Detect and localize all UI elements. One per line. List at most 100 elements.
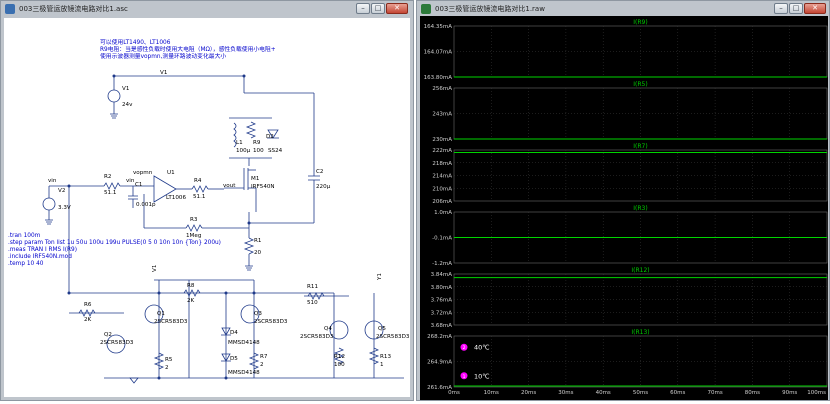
y-tick-label: 218mA <box>432 161 452 167</box>
pane-title: I(R9) <box>633 19 647 26</box>
y-tick-label: 3.80mA <box>431 285 453 291</box>
label-u1: U1 <box>167 170 175 176</box>
maximize-button[interactable]: □ <box>789 3 803 14</box>
y-tick-label: 163.80mA <box>424 75 453 81</box>
label-u1-val: LT1006 <box>166 195 186 201</box>
label-q4: Q4 <box>324 326 332 332</box>
pane-title: I(R7) <box>633 143 647 150</box>
label-r11: R11 <box>307 284 318 290</box>
waveform-window[interactable]: 003三极管运放镜流电路对比1.raw – □ ✕ 164.35mA 164.07… <box>416 0 830 401</box>
ltspice-icon <box>5 4 15 14</box>
label-r13-val: 1 <box>380 362 384 368</box>
label-r1: R1 <box>254 238 262 244</box>
label-v2: V2 <box>58 188 65 194</box>
x-tick-label: 50ms <box>633 390 648 396</box>
schematic-note-1: 可以使用LT1490、LT1006 <box>100 38 171 46</box>
label-r5: R5 <box>165 357 173 363</box>
y-tick-label: 210mA <box>432 186 452 192</box>
label-v1-val: 24v <box>122 102 133 108</box>
schematic-titlebar[interactable]: 003三极管运放镜流电路对比1.asc <box>1 1 413 17</box>
schematic-canvas[interactable]: 可以使用LT1490、LT1006 R9电阻：当是感性负载时使用大电阻（MΩ），… <box>4 18 410 397</box>
pane-title: I(R13) <box>631 329 649 336</box>
directive-3: .meas TRAN I RMS I(R9) <box>8 247 77 253</box>
x-tick-label: 0ms <box>448 390 460 396</box>
y-tick-label: 206mA <box>432 199 452 205</box>
label-y1-node: Y1 <box>377 273 383 281</box>
y-tick-label: 3.72mA <box>431 310 453 316</box>
label-r7: R7 <box>260 354 268 360</box>
label-r12: R12 <box>334 354 345 360</box>
label-r11-val: 510 <box>307 300 318 306</box>
label-r8-val: 2K <box>187 298 195 304</box>
minimize-button[interactable]: – <box>356 3 370 14</box>
y-tick-label: 3.76mA <box>431 298 453 304</box>
label-q4-val: 2SCR583D3 <box>300 334 334 340</box>
label-r4: R4 <box>194 178 202 184</box>
label-vin: vin <box>126 178 135 184</box>
label-r3-val: 1Meg <box>186 233 202 239</box>
schematic-window[interactable]: 003三极管运放镜流电路对比1.asc – □ ✕ 可以使用LT1490、LT1… <box>0 0 414 401</box>
label-r2-val: 51.1 <box>104 190 117 196</box>
label-q2-val: 2SCR583D3 <box>100 340 134 346</box>
label-r13: R13 <box>380 354 391 360</box>
y-tick-label: 1.0mA <box>434 210 452 216</box>
label-c1: C1 <box>135 182 143 188</box>
y-tick-label: -0.1mA <box>432 236 452 242</box>
y-tick-label: 164.07mA <box>424 50 453 56</box>
x-tick-label: 40ms <box>596 390 611 396</box>
x-tick-label: 80ms <box>745 390 760 396</box>
y-tick-label: 222mA <box>432 148 452 154</box>
label-vopmn: vopmn <box>133 170 153 176</box>
x-tick-label: 60ms <box>670 390 685 396</box>
label-r1-val: 20 <box>254 250 262 256</box>
label-l1-val: 100µ <box>236 148 251 154</box>
label-q5-val: 2SCR583D3 <box>376 334 410 340</box>
directive-1: .tran 100m <box>8 233 41 239</box>
schematic-title: 003三极管运放镜流电路对比1.asc <box>19 5 128 13</box>
label-r7-val: 2 <box>260 362 264 368</box>
label-d5: D5 <box>230 356 238 362</box>
label-q3-val: 2SCR583D3 <box>254 319 288 325</box>
waveform-plot-area[interactable]: 164.35mA 164.07mA 163.80mA I(R9) 256mA 243mA 2… <box>420 16 828 400</box>
y-tick-label: 256mA <box>432 86 452 92</box>
label-r9: R9 <box>253 140 261 146</box>
y-tick-label: 243mA <box>432 112 452 118</box>
label-c1-val: 0.001p <box>136 202 156 208</box>
x-tick-label: 20ms <box>521 390 536 396</box>
x-tick-label: 10ms <box>484 390 499 396</box>
label-r5-val: 2 <box>165 365 169 371</box>
y-tick-label: 3.84mA <box>431 272 453 278</box>
y-tick-label: 230mA <box>432 137 452 143</box>
y-tick-label: 214mA <box>432 174 452 180</box>
y-tick-label: 264.9mA <box>427 360 452 366</box>
schematic-note-2: R9电阻：当是感性负载时使用大电阻（MΩ），感性负载使用小电阻+ <box>100 45 276 53</box>
directive-5: .temp 10 40 <box>8 261 44 267</box>
schematic-note-3: 使用示波器测量vopmn,测量环路波动变化最大小 <box>100 52 226 60</box>
maximize-button[interactable]: □ <box>371 3 385 14</box>
label-l1: L1 <box>236 140 243 146</box>
label-vout: vout <box>223 183 236 189</box>
y-tick-label: 3.68mA <box>431 323 453 329</box>
label-vin-node: vin <box>48 178 57 184</box>
x-tick-label: 70ms <box>707 390 722 396</box>
label-r6: R6 <box>84 302 92 308</box>
close-button[interactable]: ✕ <box>804 3 826 14</box>
legend-label: 40℃ <box>474 344 490 352</box>
y-tick-label: 268.2mA <box>427 334 452 340</box>
label-v2-val: 3.3V <box>58 205 71 211</box>
label-d4-val: MMSD4148 <box>228 340 260 346</box>
waveform-viewer-icon <box>421 4 431 14</box>
close-button[interactable]: ✕ <box>386 3 408 14</box>
directive-4: .include IRF540N.mod <box>8 254 72 260</box>
waveform-titlebar[interactable]: 003三极管运放镜流电路对比1.raw <box>417 1 829 17</box>
y-tick-label: 164.35mA <box>424 24 453 30</box>
minimize-button[interactable]: – <box>774 3 788 14</box>
x-tick-label: 30ms <box>558 390 573 396</box>
label-c2-val: 220µ <box>316 184 331 190</box>
directive-2: .step param Ton list 1u 50u 100u 199u <box>8 240 121 246</box>
label-q2: Q2 <box>104 332 112 338</box>
legend-label: 10℃ <box>474 372 490 380</box>
label-q3: Q3 <box>254 311 262 317</box>
legend-marker-number: 2 <box>463 345 466 351</box>
x-tick-label: 100ms <box>807 390 826 396</box>
